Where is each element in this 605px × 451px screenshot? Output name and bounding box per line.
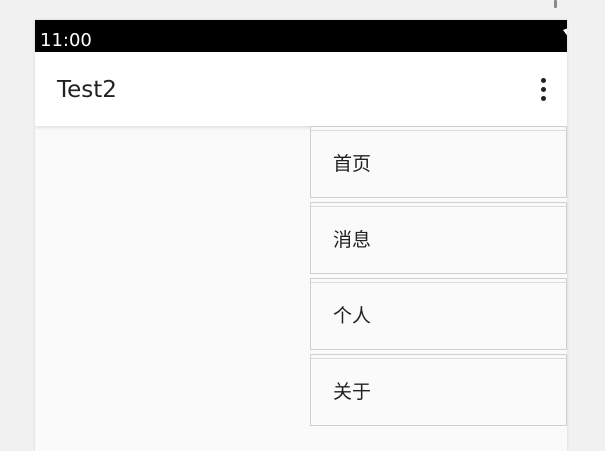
overflow-popup-menu: 首页 消息 个人 关于 bbox=[310, 126, 567, 431]
app-bar: Test2 bbox=[35, 52, 567, 126]
menu-item-label: 关于 bbox=[333, 381, 372, 403]
menu-item-about[interactable]: 关于 bbox=[310, 354, 567, 426]
status-time: 11:00 bbox=[40, 30, 92, 51]
menu-item-home[interactable]: 首页 bbox=[310, 126, 567, 198]
menu-item-label: 个人 bbox=[333, 305, 372, 327]
status-bar: 11:00 bbox=[35, 20, 567, 52]
more-vert-icon-dot bbox=[540, 86, 546, 92]
menu-item-label: 首页 bbox=[333, 153, 372, 175]
more-vert-icon bbox=[540, 77, 546, 83]
menu-item-messages[interactable]: 消息 bbox=[310, 202, 567, 274]
device-screen: 11:00 Test2 首页 消息 个人 关于 bbox=[35, 20, 567, 451]
window-handle bbox=[554, 0, 557, 8]
app-title: Test2 bbox=[57, 77, 117, 103]
menu-item-profile[interactable]: 个人 bbox=[310, 278, 567, 350]
overflow-menu-button[interactable] bbox=[527, 69, 559, 109]
menu-item-label: 消息 bbox=[333, 229, 372, 251]
more-vert-icon-dot bbox=[540, 95, 546, 101]
wifi-icon bbox=[563, 28, 567, 36]
